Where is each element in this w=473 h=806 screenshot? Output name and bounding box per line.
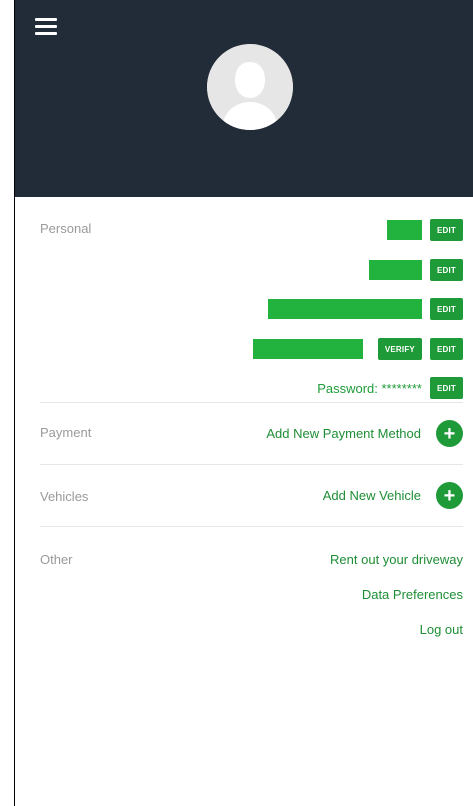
add-vehicle-icon[interactable]: + (436, 482, 463, 509)
rent-driveway-link[interactable]: Rent out your driveway (330, 552, 463, 567)
personal-row-1: EDIT (386, 219, 463, 241)
add-payment-icon[interactable]: + (436, 420, 463, 447)
other-section: Other Rent out your driveway Data Prefer… (40, 527, 463, 647)
data-preferences-link[interactable]: Data Preferences (330, 587, 463, 602)
personal-row-2: EDIT (368, 259, 463, 281)
vehicles-label: Vehicles (40, 489, 89, 504)
other-links: Rent out your driveway Data Preferences … (330, 552, 463, 657)
user-silhouette-icon (207, 44, 293, 130)
vehicles-row[interactable]: Add New Vehicle + (323, 482, 463, 509)
edit-button[interactable]: EDIT (429, 219, 463, 241)
add-vehicle-link[interactable]: Add New Vehicle (323, 488, 421, 503)
redacted-field (386, 220, 422, 240)
edit-button[interactable]: EDIT (429, 338, 463, 360)
add-payment-method-link[interactable]: Add New Payment Method (266, 426, 421, 441)
log-out-link[interactable]: Log out (330, 622, 463, 637)
edit-button[interactable]: EDIT (429, 259, 463, 281)
edit-password-button[interactable]: EDIT (429, 377, 463, 399)
verify-button[interactable]: VERIFY (377, 338, 422, 360)
hamburger-icon[interactable] (35, 18, 57, 35)
profile-content: Personal EDIT EDIT EDIT VERIFY EDIT Pass… (15, 197, 473, 647)
left-bezel (0, 0, 14, 806)
password-label: Password: ******** (317, 380, 422, 396)
profile-header (15, 0, 473, 197)
payment-section: Payment Add New Payment Method + (40, 403, 463, 465)
payment-label: Payment (40, 425, 92, 440)
redacted-field (267, 299, 422, 319)
redacted-field (368, 260, 422, 280)
vehicles-section: Vehicles Add New Vehicle + (40, 465, 463, 527)
personal-label: Personal (40, 221, 92, 236)
personal-row-password: Password: ******** EDIT (317, 377, 463, 399)
payment-row[interactable]: Add New Payment Method + (266, 420, 463, 447)
personal-section: Personal EDIT EDIT EDIT VERIFY EDIT Pass… (40, 197, 463, 403)
edit-button[interactable]: EDIT (429, 298, 463, 320)
personal-row-3: EDIT (267, 298, 463, 320)
profile-screen: Personal EDIT EDIT EDIT VERIFY EDIT Pass… (14, 0, 473, 806)
avatar (207, 44, 293, 130)
personal-row-4: VERIFY EDIT (252, 338, 463, 360)
other-label: Other (40, 552, 73, 567)
redacted-field (252, 339, 363, 359)
